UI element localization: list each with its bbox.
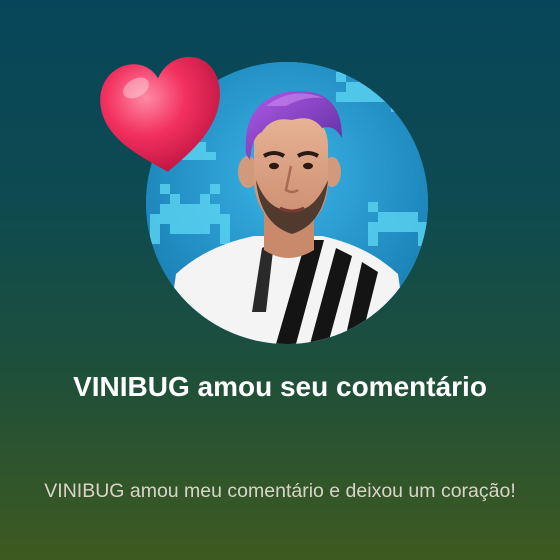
- notification-message: VINIBUG amou meu comentário e deixou um …: [44, 480, 516, 502]
- notification-title: VINIBUG amou seu comentário: [73, 371, 487, 402]
- heart-icon: [96, 54, 228, 180]
